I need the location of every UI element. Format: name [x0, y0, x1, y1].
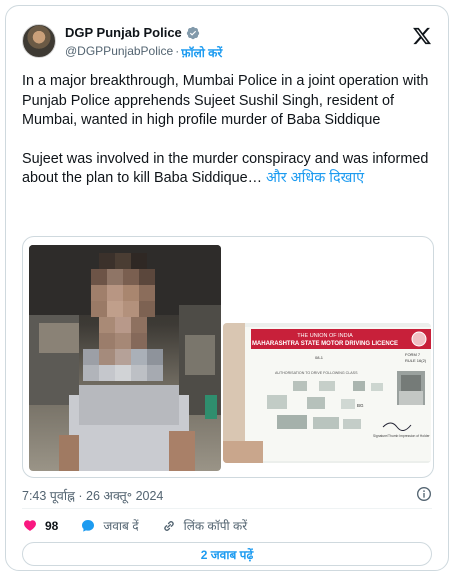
- handle-separator: ·: [175, 44, 180, 58]
- copy-link-label: लिंक कॉपी करें: [183, 519, 248, 533]
- media-container[interactable]: THE UNION OF INDIA MAHARASHTRA STATE MOT…: [22, 236, 434, 478]
- licence-rule-label: RULE 16(2): [405, 358, 427, 363]
- tweet-paragraph-2: Sujeet was involved in the murder conspi…: [22, 150, 437, 189]
- tweet-time: 7:43 पूर्वाह्न: [22, 489, 75, 503]
- link-icon: [163, 520, 174, 531]
- tweet-header: DGP Punjab Police @DGPPunjabPolice · फ़ॉ…: [22, 20, 432, 64]
- reply-bubble-icon: [82, 519, 95, 532]
- driving-licence-photo[interactable]: THE UNION OF INDIA MAHARASHTRA STATE MOT…: [223, 323, 431, 463]
- timestamp-separator: ·: [78, 489, 83, 503]
- author-name-row: DGP Punjab Police: [65, 25, 200, 40]
- x-logo-icon[interactable]: [412, 26, 432, 46]
- reply-label: जवाब दें: [103, 519, 139, 533]
- tweet-timestamp[interactable]: 7:43 पूर्वाह्न · 26 अक्तू॰ 2024: [22, 487, 163, 504]
- verified-badge-icon: [186, 26, 199, 39]
- author-handle-row: @DGPPunjabPolice · फ़ॉलो करें: [65, 44, 222, 61]
- like-button[interactable]: 98: [22, 518, 58, 534]
- pixelated-face: [83, 253, 163, 381]
- tweet-text: In a major breakthrough, Mumbai Police i…: [22, 72, 437, 208]
- author-handle[interactable]: @DGPPunjabPolice: [65, 44, 173, 61]
- tweet-paragraph-1: In a major breakthrough, Mumbai Police i…: [22, 73, 429, 128]
- licence-code-1: 08-1: [315, 355, 324, 360]
- divider: [22, 508, 432, 509]
- licence-authorisation: AUTHORISATION TO DRIVE FOLLOWING CLASS: [275, 371, 358, 375]
- licence-title-line2: MAHARASHTRA STATE MOTOR DRIVING LICENCE: [252, 341, 398, 347]
- licence-form-label: FORM 7: [405, 352, 421, 357]
- tweet-paragraph-2-text: Sujeet was involved in the murder conspi…: [22, 150, 429, 187]
- info-icon[interactable]: [416, 486, 432, 502]
- licence-signature-label: Signature/Thumb Impression of Holder: [373, 434, 431, 438]
- action-bar: 98 जवाब दें लिंक कॉपी करें: [22, 517, 269, 534]
- suspect-photo[interactable]: [29, 245, 221, 471]
- copy-link-button[interactable]: लिंक कॉपी करें: [161, 517, 248, 534]
- licence-title-line1: THE UNION OF INDIA: [297, 333, 353, 339]
- read-replies-button[interactable]: 2 जवाब पढ़ें: [22, 542, 432, 566]
- follow-button[interactable]: फ़ॉलो करें: [181, 44, 222, 61]
- reply-button[interactable]: जवाब दें: [80, 517, 139, 534]
- driving-licence-image: THE UNION OF INDIA MAHARASHTRA STATE MOT…: [223, 323, 431, 463]
- licence-code-2: BG: [357, 403, 364, 408]
- suspect-photo-image: [29, 245, 221, 471]
- author-name[interactable]: DGP Punjab Police: [65, 25, 182, 40]
- heart-icon: [24, 519, 36, 531]
- licence-emblem: [411, 331, 427, 347]
- show-more-link[interactable]: और अधिक दिखाएं: [266, 170, 364, 186]
- author-avatar[interactable]: [22, 24, 56, 58]
- tweet-card: DGP Punjab Police @DGPPunjabPolice · फ़ॉ…: [5, 5, 449, 571]
- tweet-date: 26 अक्तू॰ 2024: [86, 489, 164, 503]
- like-count: 98: [45, 518, 59, 533]
